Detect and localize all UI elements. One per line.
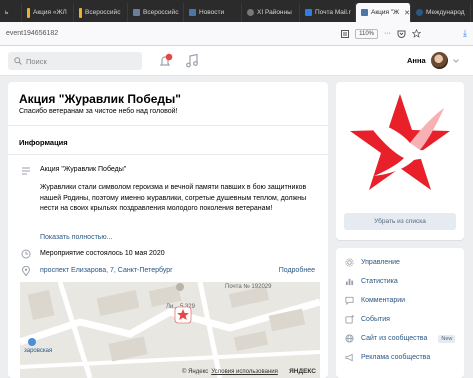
details-link[interactable]: Подробнее [279,267,315,274]
megaphone-icon [345,353,353,362]
chart-icon [345,278,354,286]
bookmark-star-icon[interactable] [412,29,422,38]
tab-favicon-icon [27,7,30,18]
events-icon [345,315,354,324]
user-name: Анна [407,56,426,65]
community-menu: Управление Статистика Комментарии Событи… [336,248,464,378]
event-description: Журавлики стали символом героизма и вечн… [40,184,307,212]
music-icon[interactable] [185,53,199,69]
address-bar-tools: 110% ··· ⤓ [341,28,467,39]
menu-item-stats[interactable]: Статистика [336,272,464,291]
crane-star-logo [350,94,450,190]
site-header: Поиск Анна [0,46,473,76]
menu-item-manage[interactable]: Управление [336,253,464,272]
notifications-bell-icon[interactable] [158,53,174,69]
page-title: Акция "Журавлик Победы" [19,92,181,106]
browser-tab-3[interactable]: Всероссийс [128,3,184,22]
map-copyright: © Яндекс [182,369,209,375]
remove-from-list-button[interactable]: Убрать из списка [344,213,456,230]
tab-favicon-icon [416,9,423,16]
tab-favicon-icon [247,9,254,16]
tab-favicon-icon [361,9,368,16]
event-subtitle: Спасибо ветеранам за чистое небо над гол… [19,108,178,115]
tab-favicon-icon [79,7,82,18]
avatar [430,52,448,69]
menu-item-comments[interactable]: Комментарии [336,291,464,310]
divider [8,154,328,155]
tab-favicon-icon [189,9,196,16]
browser-tab-0[interactable]: ь [0,3,22,22]
browser-tab-1[interactable]: Акция «ЖЛ [22,3,74,22]
comment-icon [345,296,354,305]
browser-tab-8[interactable]: Международ [411,3,471,22]
clock-icon [21,249,31,259]
browser-tab-6[interactable]: Почта Mail.r [300,3,356,22]
download-icon[interactable]: ⤓ [463,28,467,39]
browser-tab-bar: ь Акция «ЖЛ Всероссийс Всероссийс Новост… [0,0,473,22]
map-attribution: © Яндекс Условия использования [182,369,278,375]
browser-tab-2[interactable]: Всероссийс [74,3,128,22]
menu-item-ads[interactable]: Реклама сообщества [336,348,464,367]
description-title: Акция "Журавлик Победы" [40,166,127,173]
address-bar: event194656182 110% ··· ⤓ [0,22,473,46]
tab-favicon-icon [305,9,312,16]
url-input[interactable]: event194656182 [6,30,341,37]
divider [8,125,328,126]
close-tab-icon[interactable]: ✕ [404,9,410,17]
tab-favicon-icon [133,9,140,16]
address-link[interactable]: проспект Елизарова, 7, Санкт-Петербург [40,267,173,274]
location-pin-icon [21,266,31,276]
search-icon [14,57,22,65]
map-terms-link[interactable]: Условия использования [211,369,278,375]
map-graphic [20,282,320,378]
location-map[interactable]: Почта № 192029 Ли... 5 329 заровская © Я… [20,282,320,378]
page-actions-icon[interactable]: ··· [384,30,391,37]
new-badge: New [438,334,456,343]
search-input[interactable]: Поиск [8,52,142,70]
event-card: Акция "Журавлик Победы" Спасибо ветерана… [8,82,328,378]
description-icon [22,167,30,175]
chevron-down-icon [452,58,459,63]
map-label-district: заровская [24,348,53,354]
gear-icon [345,258,354,267]
browser-tab-4[interactable]: Новости [184,3,242,22]
globe-icon [345,334,354,343]
map-brand-logo: ЯНДЕКС [289,368,316,375]
reader-view-icon[interactable] [341,29,350,38]
pocket-icon[interactable] [397,30,406,38]
browser-tab-5[interactable]: XI Районны [242,3,300,22]
search-placeholder: Поиск [26,56,47,66]
map-marker-icon[interactable] [174,306,192,324]
event-date: Мероприятие состоялось 10 мая 2020 [40,250,165,257]
menu-item-site[interactable]: Сайт из сообщества New [336,329,464,348]
info-heading: Информация [19,138,68,147]
zoom-level[interactable]: 110% [355,28,379,39]
show-more-link[interactable]: Показать полностью... [40,234,113,241]
menu-item-events[interactable]: События [336,310,464,329]
browser-tab-active[interactable]: Акция "Ж ✕ [356,3,411,22]
map-label-post: Почта № 192029 [225,284,272,290]
event-cover-card: Убрать из списка [336,82,464,240]
user-menu[interactable]: Анна [407,52,459,69]
